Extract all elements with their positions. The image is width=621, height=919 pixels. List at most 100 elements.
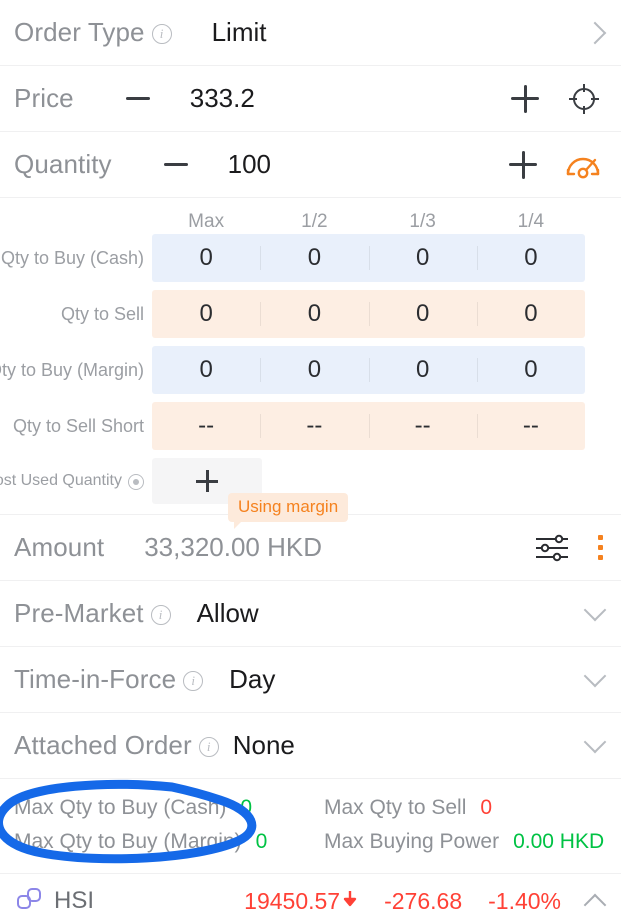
matrix-cell[interactable]: --: [152, 402, 260, 450]
crosshair-target-icon[interactable]: [565, 80, 603, 118]
ticker-change: -276.68: [384, 888, 462, 915]
matrix-cell[interactable]: 0: [369, 234, 477, 282]
amount-value: 33,320.00 HKD: [144, 532, 322, 563]
matrix-cell[interactable]: --: [260, 402, 368, 450]
matrix-cell[interactable]: 0: [477, 234, 585, 282]
matrix-header-row: Max 1/2 1/3 1/4: [0, 198, 585, 234]
chevron-down-icon[interactable]: [584, 664, 607, 687]
matrix-row-sell-short: Qty to Sell Short -- -- -- --: [0, 402, 585, 450]
quantity-increment-button[interactable]: [509, 151, 537, 179]
attached-order-row[interactable]: Attached Order i None: [0, 713, 621, 779]
matrix-cell[interactable]: 0: [477, 346, 585, 394]
link-chain-icon[interactable]: [16, 886, 42, 917]
order-type-value: Limit: [212, 17, 267, 48]
max-qty-to-buy-cash: Max Qty to Buy (Cash) 0: [14, 796, 324, 820]
row-cells: -- -- -- --: [152, 402, 585, 450]
price-value[interactable]: 333.2: [190, 83, 330, 114]
matrix-cell[interactable]: 0: [369, 290, 477, 338]
kebab-dot: [598, 535, 603, 540]
target-dot-icon[interactable]: [128, 474, 144, 490]
quantity-label: Quantity: [14, 149, 112, 180]
row-label: Qty to Buy (Cash): [0, 234, 152, 282]
matrix-cell[interactable]: 0: [260, 290, 368, 338]
ticker-price: 19450.57: [244, 888, 340, 915]
max-buying-power: Max Buying Power 0.00 HKD: [324, 830, 604, 854]
pre-market-label: Pre-Market: [14, 598, 144, 629]
matrix-cell[interactable]: 0: [260, 234, 368, 282]
row-cells: 0 0 0 0: [152, 346, 585, 394]
chevron-down-icon[interactable]: [584, 598, 607, 621]
pre-market-row[interactable]: Pre-Market i Allow: [0, 581, 621, 647]
max-quantity-summary: Max Qty to Buy (Cash) 0 Max Qty to Sell …: [0, 779, 621, 874]
time-in-force-value: Day: [229, 664, 275, 695]
kebab-dot: [598, 545, 603, 550]
arrow-down-icon: [342, 889, 358, 914]
max-qty-to-sell: Max Qty to Sell 0: [324, 796, 492, 820]
summary-key: Max Qty to Buy (Margin): [14, 830, 242, 854]
chevron-right-icon[interactable]: [584, 21, 607, 44]
summary-value: 0.00 HKD: [513, 830, 604, 854]
index-ticker-bar[interactable]: HSI 19450.57 -276.68 -1.40%: [0, 874, 621, 919]
matrix-cell[interactable]: 0: [152, 346, 260, 394]
row-label: Qty to Buy (Margin): [0, 346, 152, 394]
summary-value: 0: [240, 796, 252, 820]
matrix-col-half: 1/2: [260, 211, 368, 233]
most-used-quantity-label-wrap: Most Used Quantity: [0, 458, 152, 504]
max-qty-to-buy-margin: Max Qty to Buy (Margin) 0: [14, 830, 324, 854]
matrix-col-third: 1/3: [369, 211, 477, 233]
quantity-matrix: Max 1/2 1/3 1/4 Qty to Buy (Cash) 0 0 0 …: [0, 198, 621, 515]
row-cells: 0 0 0 0: [152, 234, 585, 282]
price-increment-button[interactable]: [511, 85, 539, 113]
matrix-cell[interactable]: 0: [152, 290, 260, 338]
matrix-col-max: Max: [152, 211, 260, 233]
matrix-col-quarter: 1/4: [477, 211, 585, 233]
matrix-cell[interactable]: --: [369, 402, 477, 450]
summary-key: Max Qty to Sell: [324, 796, 466, 820]
price-label: Price: [14, 83, 74, 114]
pre-market-value: Allow: [197, 598, 259, 629]
order-type-row[interactable]: Order Type i Limit: [0, 0, 621, 66]
chevron-up-icon[interactable]: [584, 894, 607, 917]
summary-key: Max Buying Power: [324, 830, 499, 854]
quantity-value[interactable]: 100: [228, 149, 368, 180]
quantity-row[interactable]: Quantity 100: [0, 132, 621, 198]
row-label: Qty to Sell Short: [0, 402, 152, 450]
order-type-label: Order Type: [14, 17, 145, 48]
plus-icon: [196, 470, 218, 492]
matrix-row-buy-cash: Qty to Buy (Cash) 0 0 0 0: [0, 234, 585, 282]
price-decrement-button[interactable]: [126, 97, 150, 100]
info-icon[interactable]: i: [199, 737, 219, 757]
amount-label: Amount: [14, 532, 104, 563]
most-used-quantity-label: Most Used Quantity: [0, 472, 122, 490]
matrix-cell[interactable]: 0: [152, 234, 260, 282]
summary-value: 0: [480, 796, 492, 820]
summary-row-1: Max Qty to Buy (Cash) 0 Max Qty to Sell …: [14, 791, 603, 825]
row-label: Qty to Sell: [0, 290, 152, 338]
ticker-symbol: HSI: [54, 887, 94, 915]
info-icon[interactable]: i: [183, 671, 203, 691]
summary-value: 0: [256, 830, 268, 854]
matrix-cell[interactable]: 0: [260, 346, 368, 394]
matrix-row-buy-margin: Qty to Buy (Margin) 0 0 0 0: [0, 346, 585, 394]
price-row[interactable]: Price 333.2: [0, 66, 621, 132]
summary-key: Max Qty to Buy (Cash): [14, 796, 226, 820]
matrix-cell[interactable]: 0: [369, 346, 477, 394]
matrix-cell[interactable]: --: [477, 402, 585, 450]
using-margin-badge: Using margin: [228, 493, 348, 522]
most-used-cells: [152, 458, 585, 504]
speedometer-gauge-icon[interactable]: [563, 148, 603, 182]
info-icon[interactable]: i: [152, 24, 172, 44]
kebab-menu-icon[interactable]: [598, 535, 603, 560]
amount-row[interactable]: Using margin Amount 33,320.00 HKD: [0, 515, 621, 581]
order-ticket-panel: Order Type i Limit Price 333.2 Quantity …: [0, 0, 621, 919]
time-in-force-row[interactable]: Time-in-Force i Day: [0, 647, 621, 713]
chevron-down-icon[interactable]: [584, 730, 607, 753]
matrix-cell[interactable]: 0: [477, 290, 585, 338]
matrix-row-sell: Qty to Sell 0 0 0 0: [0, 290, 585, 338]
summary-row-2: Max Qty to Buy (Margin) 0 Max Buying Pow…: [14, 825, 603, 859]
info-icon[interactable]: i: [151, 605, 171, 625]
quantity-decrement-button[interactable]: [164, 163, 188, 166]
sliders-settings-icon[interactable]: [534, 532, 570, 564]
time-in-force-label: Time-in-Force: [14, 664, 176, 695]
kebab-dot: [598, 555, 603, 560]
